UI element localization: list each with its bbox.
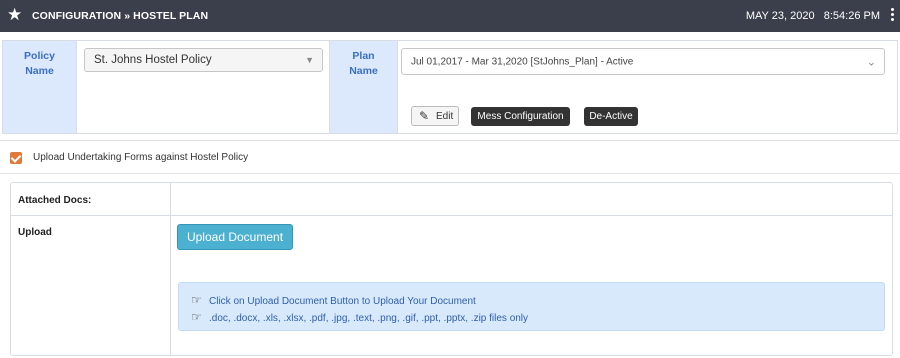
edit-button-label: Edit xyxy=(436,111,454,122)
info-text: Click on Upload Document Button to Uploa… xyxy=(209,296,476,307)
plan-name-select[interactable]: Jul 01,2017 - Mar 31,2020 [StJohns_Plan]… xyxy=(401,48,885,75)
row-divider xyxy=(11,215,892,216)
plan-name-label: Plan Name xyxy=(330,41,397,133)
top-header-bar: ★ CONFIGURATION » HOSTEL PLAN MAY 23, 20… xyxy=(0,0,900,32)
mess-configuration-button[interactable]: Mess Configuration xyxy=(471,107,570,126)
divider xyxy=(397,41,398,133)
edit-button[interactable]: ✎ Edit xyxy=(411,106,459,126)
time-text: 8:54:26 PM xyxy=(823,10,880,22)
upload-undertaking-row: Upload Undertaking Forms against Hostel … xyxy=(0,140,900,174)
date-text: MAY 23, 2020 xyxy=(745,10,815,22)
upload-info-box: ☞ Click on Upload Document Button to Uplo… xyxy=(178,282,885,331)
upload-label: Upload xyxy=(18,227,52,238)
upload-undertaking-label: Upload Undertaking Forms against Hostel … xyxy=(33,152,249,163)
info-line: ☞ .doc, .docx, .xls, .xlsx, .pdf, .jpg, .… xyxy=(191,310,528,324)
pointing-hand-icon: ☞ xyxy=(191,293,202,307)
policy-label-line1: Policy xyxy=(24,50,55,62)
chevron-down-icon: ⌄ xyxy=(866,56,876,68)
policy-label-line2: Name xyxy=(25,65,54,77)
policy-name-select[interactable]: St. Johns Hostel Policy ▼ xyxy=(84,48,323,72)
pointing-hand-icon: ☞ xyxy=(191,310,202,324)
plan-selected-value: Jul 01,2017 - Mar 31,2020 [StJohns_Plan]… xyxy=(411,56,634,67)
upload-document-button[interactable]: Upload Document xyxy=(177,224,293,250)
star-icon[interactable]: ★ xyxy=(7,5,22,25)
column-divider xyxy=(170,183,171,355)
kebab-menu-icon[interactable] xyxy=(889,8,895,24)
policy-selected-value: St. Johns Hostel Policy xyxy=(94,54,212,66)
page-title: CONFIGURATION » HOSTEL PLAN xyxy=(32,10,209,22)
divider xyxy=(76,41,77,133)
upload-undertaking-checkbox[interactable] xyxy=(10,152,22,164)
policy-name-label: Policy Name xyxy=(3,41,76,133)
datetime-display: MAY 23, 2020 8:54:26 PM xyxy=(746,10,880,22)
info-line: ☞ Click on Upload Document Button to Uplo… xyxy=(191,293,476,307)
info-text: .doc, .docx, .xls, .xlsx, .pdf, .jpg, .t… xyxy=(209,313,529,324)
plan-label-line1: Plan xyxy=(352,50,375,62)
attached-docs-label: Attached Docs: xyxy=(18,195,92,206)
dropdown-arrow-icon: ▼ xyxy=(305,55,314,65)
deactive-button[interactable]: De-Active xyxy=(584,107,638,126)
plan-label-line2: Name xyxy=(349,65,378,77)
pencil-icon: ✎ xyxy=(419,109,430,123)
